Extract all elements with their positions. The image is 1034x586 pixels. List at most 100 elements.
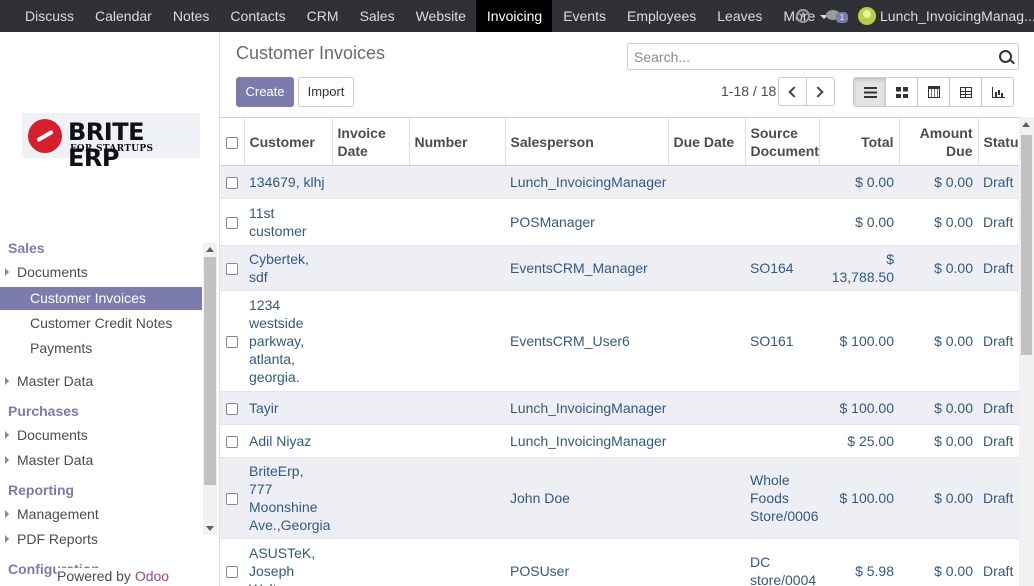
- caret-right-icon: [5, 431, 9, 440]
- pivot-view-button[interactable]: [949, 77, 982, 107]
- chat-badge: 1: [836, 12, 848, 23]
- view-switcher: [853, 77, 1014, 107]
- menu-crm[interactable]: CRM: [296, 0, 349, 32]
- cell-total: $ 25.00: [819, 424, 899, 458]
- import-button[interactable]: Import: [298, 77, 354, 107]
- search-input[interactable]: Search...: [627, 43, 1019, 70]
- menu-leaves[interactable]: Leaves: [706, 0, 772, 32]
- select-all-checkbox[interactable]: [226, 136, 238, 149]
- sidebar-item-management[interactable]: Management: [5, 506, 99, 522]
- menu-notes[interactable]: Notes: [162, 0, 220, 32]
- sidebar-item-customer-invoices[interactable]: Customer Invoices: [0, 287, 202, 310]
- cell-customer: Cybertek, sdf: [244, 245, 332, 291]
- table-row[interactable]: Adil Niyaz Lunch_InvoicingManager $ 25.00 $…: [220, 424, 1019, 458]
- row-checkbox[interactable]: [226, 263, 238, 276]
- row-checkbox[interactable]: [226, 566, 238, 579]
- sidebar-section-sales: Sales: [8, 240, 45, 256]
- table-row[interactable]: Cybertek, sdf EventsCRM_Manager SO164 $ 13,…: [220, 245, 1019, 291]
- systray: 1 Lunch_InvoicingManag...: [796, 0, 1034, 32]
- row-checkbox[interactable]: [226, 177, 238, 190]
- sidebar-item-purchases-documents[interactable]: Documents: [5, 427, 88, 443]
- sidebar-item-sales-master-data[interactable]: Master Data: [5, 373, 93, 389]
- column-due-date[interactable]: Due Date: [668, 117, 746, 166]
- row-checkbox[interactable]: [226, 336, 238, 349]
- user-menu[interactable]: Lunch_InvoicingManag...: [880, 8, 1034, 24]
- search-placeholder: Search...: [634, 49, 691, 65]
- cell-source-document: [745, 391, 819, 425]
- row-checkbox[interactable]: [226, 217, 238, 230]
- menu-website[interactable]: Website: [405, 0, 476, 32]
- cell-customer: Adil Niyaz: [244, 424, 332, 458]
- scroll-up-icon[interactable]: [1022, 122, 1030, 127]
- avatar[interactable]: [858, 7, 876, 25]
- pager-previous-button[interactable]: [778, 77, 807, 106]
- menu-calendar[interactable]: Calendar: [84, 0, 162, 32]
- menu-invoicing[interactable]: Invoicing: [475, 0, 553, 32]
- company-logo: BRITE ERP FOR STARTUPS: [22, 113, 200, 171]
- menu-sales[interactable]: Sales: [349, 0, 405, 32]
- odoo-link[interactable]: Odoo: [135, 568, 169, 584]
- table-row[interactable]: ASUSTeK, Joseph Walters POSUser DC store/0…: [220, 538, 1019, 586]
- row-checkbox[interactable]: [226, 403, 238, 416]
- sidebar-item-purchases-master-data[interactable]: Master Data: [5, 452, 93, 468]
- cell-total: $ 5.98: [819, 538, 899, 586]
- column-total[interactable]: Total: [819, 117, 900, 166]
- scrollbar-thumb[interactable]: [204, 257, 216, 485]
- menu-contacts[interactable]: Contacts: [219, 0, 295, 32]
- kanban-view-button[interactable]: [885, 77, 918, 107]
- menu-employees[interactable]: Employees: [616, 0, 706, 32]
- sidebar-section-reporting: Reporting: [8, 482, 75, 498]
- cell-total: $ 0.00: [819, 165, 899, 199]
- cell-source-document: SO164: [745, 245, 819, 291]
- sidebar-scrollbar[interactable]: [203, 243, 217, 535]
- search-icon[interactable]: [999, 50, 1012, 63]
- list-scrollbar[interactable]: [1019, 117, 1034, 586]
- logo-emblem-icon: [28, 119, 62, 153]
- sidebar-item-label: Management: [17, 506, 99, 522]
- sidebar-item-payments[interactable]: Payments: [30, 340, 92, 356]
- row-checkbox-cell: [220, 538, 244, 586]
- scroll-down-icon[interactable]: [206, 526, 214, 531]
- column-amount-due[interactable]: Amount Due: [899, 117, 979, 166]
- sidebar-item-customer-credit-notes[interactable]: Customer Credit Notes: [30, 315, 172, 331]
- cell-source-document: DC store/0004: [745, 538, 819, 586]
- cell-customer: Tayir: [244, 391, 332, 425]
- table-row[interactable]: 11st customer POSManager $ 0.00 $ 0.00 Draft: [220, 198, 1019, 246]
- chat-icon[interactable]: 1: [826, 9, 848, 23]
- row-checkbox-cell: [220, 290, 244, 392]
- cell-number: [409, 290, 505, 392]
- menu-discuss[interactable]: Discuss: [14, 0, 84, 32]
- table-row[interactable]: 1234 westside parkway, atlanta, georgia.…: [220, 290, 1019, 392]
- cell-invoice-date: [332, 245, 409, 291]
- create-button[interactable]: Create: [236, 77, 294, 107]
- sidebar-item-label: Documents: [17, 264, 88, 280]
- sidebar-item-pdf-reports[interactable]: PDF Reports: [5, 531, 98, 547]
- table-row[interactable]: Tayir Lunch_InvoicingManager $ 100.00 $ 0.0…: [220, 391, 1019, 425]
- column-source-document[interactable]: Source Document: [745, 117, 820, 166]
- column-salesperson[interactable]: Salesperson: [505, 117, 669, 166]
- cell-source-document: SO161: [745, 290, 819, 392]
- menu-events[interactable]: Events: [552, 0, 616, 32]
- clock-icon[interactable]: [796, 9, 810, 23]
- sidebar-item-sales-documents[interactable]: Documents: [5, 264, 88, 280]
- scroll-up-icon[interactable]: [206, 247, 214, 252]
- table-row[interactable]: BriteErp, 777 Moonshine Ave.,Georgia John…: [220, 457, 1019, 539]
- cell-due-date: [668, 391, 745, 425]
- row-checkbox-cell: [220, 391, 244, 425]
- row-checkbox[interactable]: [226, 436, 238, 449]
- table-row[interactable]: 134679, klhj Lunch_InvoicingManager $ 0.00…: [220, 165, 1019, 199]
- calendar-view-button[interactable]: [917, 77, 950, 107]
- graph-view-button[interactable]: [981, 77, 1014, 107]
- column-status[interactable]: Status: [978, 117, 1019, 166]
- row-checkbox[interactable]: [226, 493, 238, 506]
- pager-next-button[interactable]: [806, 77, 835, 106]
- list-view-button[interactable]: [853, 77, 886, 107]
- column-customer[interactable]: Customer: [244, 117, 333, 166]
- cell-source-document: [745, 198, 819, 246]
- cell-amount-due: $ 0.00: [899, 457, 978, 539]
- cell-status: Draft: [978, 290, 1019, 392]
- scrollbar-thumb[interactable]: [1021, 135, 1032, 355]
- column-number[interactable]: Number: [409, 117, 506, 166]
- column-invoice-date[interactable]: Invoice Date: [332, 117, 410, 166]
- pager-value[interactable]: 1-18 / 18: [721, 83, 776, 99]
